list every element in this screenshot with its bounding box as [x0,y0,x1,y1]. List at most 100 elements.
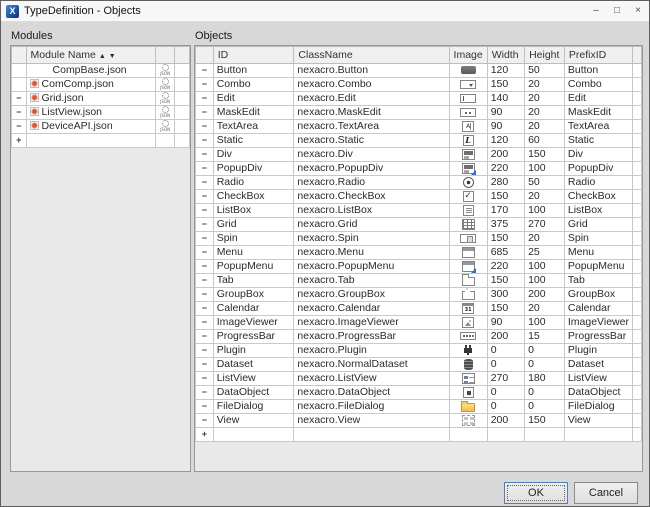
object-row-selector[interactable]: − [196,414,214,428]
module-name-cell[interactable]: ListView.json [26,106,156,120]
object-classname-cell[interactable]: nexacro.Calendar [294,302,449,316]
module-name-cell[interactable]: CompBase.json [26,64,156,78]
object-row-selector[interactable]: − [196,92,214,106]
object-prefixid-cell[interactable]: Combo [564,78,632,92]
object-width-cell[interactable]: 685 [487,246,524,260]
object-prefixid-cell[interactable]: Menu [564,246,632,260]
object-image-cell[interactable] [449,134,487,148]
ok-button[interactable]: OK [504,482,568,504]
object-image-cell[interactable] [449,92,487,106]
object-image-cell[interactable] [449,162,487,176]
object-prefixid-cell[interactable]: GroupBox [564,288,632,302]
module-row-selector[interactable]: − [12,106,27,120]
object-height-cell[interactable]: 0 [525,344,565,358]
module-row[interactable]: CompBase.json [12,64,190,78]
object-height-cell[interactable]: 20 [525,120,565,134]
module-name-cell[interactable] [26,134,156,148]
object-row[interactable]: − ListView nexacro.ListView 270 180 List… [196,372,642,386]
object-height-cell[interactable]: 20 [525,78,565,92]
object-width-cell[interactable]: 375 [487,218,524,232]
object-row-selector[interactable]: − [196,120,214,134]
object-prefixid-cell[interactable]: Radio [564,176,632,190]
object-height-cell[interactable]: 20 [525,302,565,316]
object-image-cell[interactable] [449,218,487,232]
object-prefixid-cell[interactable]: Edit [564,92,632,106]
object-height-cell[interactable]: 25 [525,246,565,260]
object-classname-cell[interactable]: nexacro.ImageViewer [294,316,449,330]
object-row[interactable]: − Static nexacro.Static 120 60 Static [196,134,642,148]
object-classname-cell[interactable]: nexacro.GroupBox [294,288,449,302]
object-row-selector[interactable]: − [196,148,214,162]
module-row-selector[interactable]: − [12,120,27,134]
object-row-selector[interactable]: − [196,204,214,218]
sort-down-icon[interactable]: ▼ [109,52,116,62]
object-row[interactable]: − ProgressBar nexacro.ProgressBar 200 15… [196,330,642,344]
object-image-cell[interactable] [449,120,487,134]
object-width-cell[interactable]: 200 [487,148,524,162]
object-classname-cell[interactable]: nexacro.View [294,414,449,428]
object-height-cell[interactable]: 0 [525,400,565,414]
object-id-cell[interactable]: Button [213,64,294,78]
object-prefixid-cell[interactable]: Spin [564,232,632,246]
object-row-selector[interactable]: − [196,316,214,330]
object-classname-cell[interactable]: nexacro.Menu [294,246,449,260]
object-id-cell[interactable]: Tab [213,274,294,288]
object-prefixid-cell[interactable]: ListView [564,372,632,386]
json-file-icon[interactable] [159,106,171,118]
object-row[interactable]: − CheckBox nexacro.CheckBox 150 20 Check… [196,190,642,204]
object-id-cell[interactable]: Radio [213,176,294,190]
object-row[interactable]: − Edit nexacro.Edit 140 20 Edit [196,92,642,106]
object-row-selector[interactable]: − [196,302,214,316]
object-height-cell[interactable]: 60 [525,134,565,148]
module-row-selector[interactable]: − [12,92,27,106]
object-width-cell[interactable]: 120 [487,134,524,148]
objects-header-height[interactable]: Height [525,47,565,64]
object-width-cell[interactable]: 140 [487,92,524,106]
module-row[interactable]: − DeviceAPI.json [12,120,190,134]
object-classname-cell[interactable]: nexacro.TextArea [294,120,449,134]
object-prefixid-cell[interactable]: Div [564,148,632,162]
object-classname-cell[interactable]: nexacro.Combo [294,78,449,92]
object-row-selector[interactable]: − [196,134,214,148]
object-image-cell[interactable] [449,302,487,316]
object-height-cell[interactable]: 100 [525,274,565,288]
object-prefixid-cell[interactable]: ListBox [564,204,632,218]
object-row[interactable]: − Radio nexacro.Radio 280 50 Radio [196,176,642,190]
object-prefixid-cell[interactable]: Plugin [564,344,632,358]
object-prefixid-cell[interactable]: ImageViewer [564,316,632,330]
object-width-cell[interactable]: 90 [487,316,524,330]
object-id-cell[interactable]: Edit [213,92,294,106]
object-image-cell[interactable] [449,64,487,78]
object-height-cell[interactable]: 100 [525,162,565,176]
object-width-cell[interactable]: 90 [487,120,524,134]
object-row[interactable]: − Div nexacro.Div 200 150 Div [196,148,642,162]
object-row-selector[interactable]: − [196,246,214,260]
object-image-cell[interactable] [449,358,487,372]
object-classname-cell[interactable]: nexacro.Static [294,134,449,148]
object-image-cell[interactable] [449,106,487,120]
object-height-cell[interactable]: 50 [525,176,565,190]
object-row[interactable]: − PopupDiv nexacro.PopupDiv 220 100 Popu… [196,162,642,176]
object-row-selector[interactable]: − [196,330,214,344]
object-id-cell[interactable]: Div [213,148,294,162]
module-name-cell[interactable]: Grid.json [26,92,156,106]
object-row-selector[interactable]: − [196,218,214,232]
object-classname-cell[interactable]: nexacro.ProgressBar [294,330,449,344]
object-width-cell[interactable]: 150 [487,190,524,204]
object-classname-cell[interactable]: nexacro.Grid [294,218,449,232]
object-id-cell[interactable]: Plugin [213,344,294,358]
object-height-cell[interactable]: 0 [525,358,565,372]
object-classname-cell[interactable]: nexacro.Tab [294,274,449,288]
object-row[interactable]: − Menu nexacro.Menu 685 25 Menu [196,246,642,260]
object-image-cell[interactable] [449,274,487,288]
json-file-icon[interactable] [159,64,171,76]
maximize-button[interactable]: □ [611,4,623,18]
object-row[interactable]: − Tab nexacro.Tab 150 100 Tab [196,274,642,288]
object-image-cell[interactable] [449,232,487,246]
object-prefixid-cell[interactable]: CheckBox [564,190,632,204]
object-id-cell[interactable]: Grid [213,218,294,232]
object-image-cell[interactable] [449,316,487,330]
object-image-cell[interactable] [449,400,487,414]
object-prefixid-cell[interactable]: MaskEdit [564,106,632,120]
module-row[interactable]: − Grid.json [12,92,190,106]
